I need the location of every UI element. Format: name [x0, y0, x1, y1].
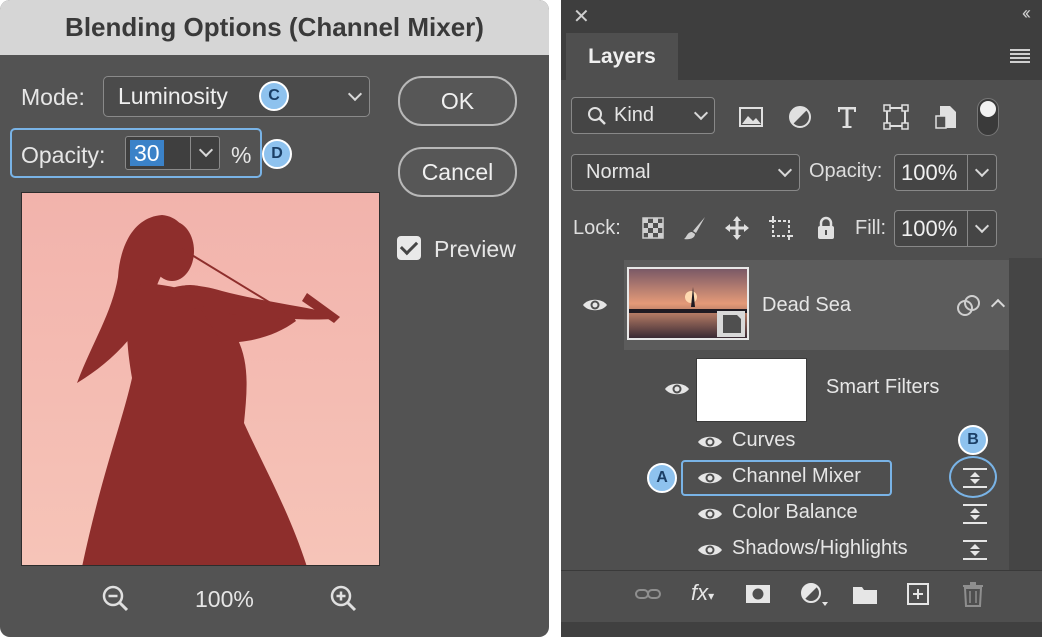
- preview-checkbox[interactable]: [397, 236, 421, 260]
- link-icon[interactable]: [634, 584, 662, 604]
- collapse-icon[interactable]: ‹‹: [1022, 3, 1031, 24]
- layer-opacity-value: 100%: [901, 160, 958, 185]
- cancel-button[interactable]: Cancel: [398, 147, 517, 197]
- fx-icon[interactable]: fx▾: [691, 580, 714, 606]
- checkerboard-lock-icon[interactable]: [639, 214, 667, 242]
- chevron-down-icon[interactable]: [974, 218, 990, 234]
- field-divider: [967, 155, 968, 190]
- opacity-label: Opacity:: [21, 142, 106, 168]
- layer-opacity-label: Opacity:: [809, 160, 883, 182]
- image-filter-icon[interactable]: [737, 103, 765, 131]
- panel-titlebar: ✕ ‹‹: [561, 0, 1042, 33]
- callout-c: C: [259, 81, 289, 111]
- opacity-unit: %: [231, 142, 252, 168]
- panel-menu-icon[interactable]: [1010, 49, 1030, 63]
- dead-sea-thumbnail[interactable]: [627, 267, 749, 340]
- toggle-knob: [980, 101, 996, 117]
- panel-footer: [561, 622, 1042, 637]
- mode-select[interactable]: Luminosity: [103, 76, 370, 117]
- layer-opacity-input[interactable]: 100%: [894, 154, 997, 191]
- opacity-input[interactable]: 30: [125, 136, 220, 170]
- callout-b: B: [958, 425, 988, 455]
- new-adjustment-icon[interactable]: [800, 582, 832, 608]
- padlock-icon[interactable]: [812, 214, 840, 242]
- layer-name-dead-sea[interactable]: Dead Sea: [762, 294, 851, 317]
- type-filter-icon[interactable]: [833, 103, 861, 131]
- artboard-lock-icon[interactable]: [767, 214, 795, 242]
- filter-toggle[interactable]: [977, 98, 999, 136]
- fill-label: Fill:: [855, 217, 887, 239]
- tab-layers[interactable]: Layers: [566, 33, 678, 80]
- filter-channel-mixer[interactable]: Channel Mixer: [732, 465, 861, 488]
- ok-button[interactable]: OK: [398, 76, 517, 126]
- smart-filter-mask-thumbnail[interactable]: [696, 358, 807, 422]
- eye-icon[interactable]: [697, 470, 723, 486]
- mode-label: Mode:: [21, 84, 85, 110]
- filter-shadows-highlights[interactable]: Shadows/Highlights: [732, 537, 908, 560]
- violinist-silhouette-image: [22, 193, 379, 565]
- chevron-down-icon: [777, 162, 793, 178]
- filter-blending-options-icon[interactable]: [962, 466, 988, 488]
- preview-label: Preview: [434, 236, 516, 262]
- shape-filter-icon[interactable]: [882, 103, 910, 131]
- filter-blending-options-icon[interactable]: [962, 502, 988, 524]
- eye-icon[interactable]: [697, 542, 723, 558]
- new-layer-icon[interactable]: [906, 582, 930, 606]
- search-icon: [588, 107, 606, 125]
- folder-icon[interactable]: [852, 583, 878, 605]
- chevron-down-icon: [347, 86, 363, 102]
- chevron-down-icon[interactable]: [974, 162, 990, 178]
- blending-options-dialog: Blending Options (Channel Mixer) Mode: L…: [0, 0, 549, 637]
- lock-label: Lock:: [573, 217, 621, 239]
- field-divider: [967, 211, 968, 246]
- eye-icon[interactable]: [582, 297, 608, 313]
- eye-icon[interactable]: [697, 506, 723, 522]
- close-icon[interactable]: ✕: [573, 4, 590, 29]
- eye-icon[interactable]: [664, 381, 690, 397]
- filter-kind-value: Kind: [614, 104, 655, 126]
- opacity-value: 30: [130, 140, 164, 166]
- trash-icon[interactable]: [961, 581, 985, 607]
- filter-curves[interactable]: Curves: [732, 429, 795, 452]
- callout-a: A: [647, 463, 677, 493]
- eye-icon[interactable]: [697, 434, 723, 450]
- zoom-out-icon[interactable]: [100, 583, 130, 613]
- zoom-level: 100%: [195, 586, 254, 612]
- mode-value: Luminosity: [118, 83, 228, 109]
- callout-d: D: [262, 139, 292, 169]
- field-divider: [190, 137, 191, 169]
- preview-image: [21, 192, 380, 566]
- adjustment-filter-icon[interactable]: [786, 103, 814, 131]
- filter-blending-options-icon[interactable]: [962, 538, 988, 560]
- blend-mode-select[interactable]: Normal: [571, 154, 800, 191]
- fill-value: 100%: [901, 216, 958, 241]
- fill-input[interactable]: 100%: [894, 210, 997, 247]
- dialog-title: Blending Options (Channel Mixer): [0, 0, 549, 55]
- smart-object-filter-icon[interactable]: [932, 103, 960, 131]
- chevron-down-icon[interactable]: [198, 142, 214, 158]
- panel-tabbar: Layers: [561, 33, 1042, 80]
- smart-filter-link-icon[interactable]: [956, 294, 982, 318]
- dead-sea-thumbnail-image: [629, 269, 747, 338]
- mask-icon[interactable]: [745, 583, 771, 605]
- filter-color-balance[interactable]: Color Balance: [732, 501, 858, 524]
- smart-filters-label: Smart Filters: [826, 376, 940, 398]
- blend-mode-value: Normal: [586, 161, 651, 183]
- zoom-in-icon[interactable]: [328, 583, 358, 613]
- move-lock-icon[interactable]: [723, 214, 751, 242]
- filter-kind-select[interactable]: Kind: [571, 97, 715, 134]
- brush-lock-icon[interactable]: [681, 214, 709, 242]
- layers-scrollbar[interactable]: [1009, 258, 1042, 570]
- chevron-down-icon: [693, 105, 709, 121]
